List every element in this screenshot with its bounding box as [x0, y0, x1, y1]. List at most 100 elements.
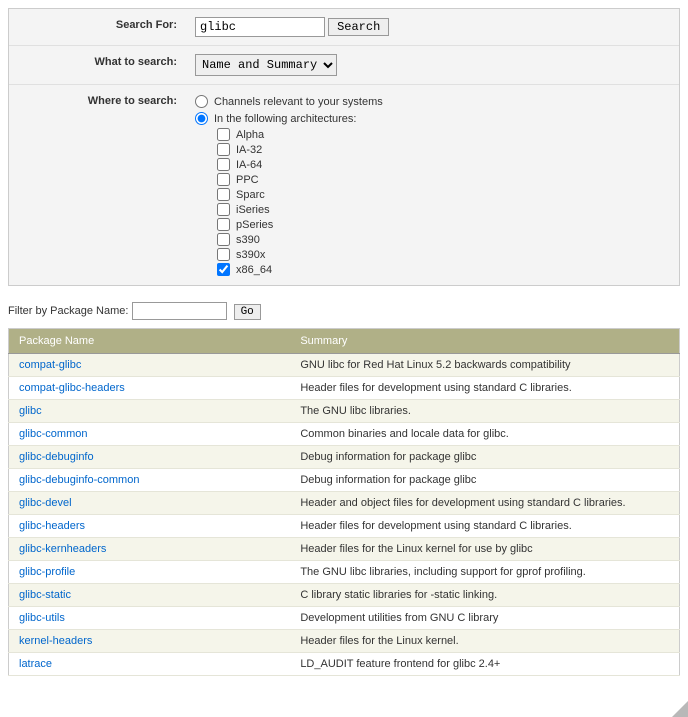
cell-package-name: glibc-headers [9, 515, 291, 538]
cell-summary: Header files for development using stand… [290, 515, 679, 538]
filter-label: Filter by Package Name: [8, 305, 128, 317]
cell-summary: Development utilities from GNU C library [290, 607, 679, 630]
cell-summary: Header and object files for development … [290, 492, 679, 515]
package-link[interactable]: glibc-kernheaders [19, 543, 106, 555]
search-input[interactable] [195, 17, 325, 37]
arch-item: s390x [217, 247, 671, 262]
cell-package-name: glibc-static [9, 584, 291, 607]
arch-checkbox-s390x[interactable] [217, 248, 230, 261]
table-row: glibc-headers Header files for developmen… [9, 515, 680, 538]
arch-label: Sparc [236, 189, 265, 201]
arch-checkbox-pseries[interactable] [217, 218, 230, 231]
arch-checkbox-alpha[interactable] [217, 128, 230, 141]
cell-package-name: kernel-headers [9, 630, 291, 653]
package-link[interactable]: glibc-profile [19, 566, 75, 578]
arch-label: IA-32 [236, 144, 262, 156]
arch-checkbox-sparc[interactable] [217, 188, 230, 201]
search-for-row: Search For: Search [9, 9, 679, 46]
arch-label: iSeries [236, 204, 270, 216]
filter-bar: Filter by Package Name: Go [8, 298, 680, 328]
arch-item: iSeries [217, 202, 671, 217]
where-to-search-label: Where to search: [9, 89, 187, 281]
package-link[interactable]: glibc-debuginfo-common [19, 474, 139, 486]
arch-item: IA-64 [217, 157, 671, 172]
search-button[interactable]: Search [328, 18, 389, 36]
arch-item: x86_64 [217, 262, 671, 277]
cell-summary: Header files for the Linux kernel for us… [290, 538, 679, 561]
table-row: compat-glibc-headersHeader files for dev… [9, 377, 680, 400]
package-link[interactable]: latrace [19, 658, 52, 670]
arch-label: x86_64 [236, 264, 272, 276]
table-row: glibc-common Common binaries and locale d… [9, 423, 680, 446]
arch-label: IA-64 [236, 159, 262, 171]
cell-summary: GNU libc for Red Hat Linux 5.2 backwards… [290, 354, 679, 377]
arch-checkbox-ia32[interactable] [217, 143, 230, 156]
search-for-label: Search For: [9, 13, 187, 41]
table-row: glibc-debuginfo-common Debug information … [9, 469, 680, 492]
package-link[interactable]: glibc-headers [19, 520, 85, 532]
cell-summary: Common binaries and locale data for glib… [290, 423, 679, 446]
radio-architectures[interactable] [195, 112, 208, 125]
package-link[interactable]: glibc [19, 405, 42, 417]
arch-item: PPC [217, 172, 671, 187]
arch-item: Alpha [217, 127, 671, 142]
package-link[interactable]: compat-glibc-headers [19, 382, 125, 394]
table-row: glibc-debuginfo Debug information for pac… [9, 446, 680, 469]
arch-item: pSeries [217, 217, 671, 232]
package-link[interactable]: glibc-static [19, 589, 71, 601]
arch-checkbox-ia64[interactable] [217, 158, 230, 171]
cell-package-name: latrace [9, 653, 291, 676]
package-link[interactable]: glibc-debuginfo [19, 451, 94, 463]
cell-package-name: glibc-debuginfo [9, 446, 291, 469]
what-to-search-select[interactable]: Name and Summary [195, 54, 337, 76]
table-row: kernel-headers Header files for the Linux… [9, 630, 680, 653]
header-package-name: Package Name [9, 329, 291, 354]
package-link[interactable]: compat-glibc [19, 359, 81, 371]
table-header-row: Package Name Summary [9, 329, 680, 354]
cell-summary: Header files for the Linux kernel. [290, 630, 679, 653]
radio-arch-line: In the following architectures: [195, 110, 671, 127]
radio-channels[interactable] [195, 95, 208, 108]
arch-label: pSeries [236, 219, 273, 231]
cell-summary: The GNU libc libraries. [290, 400, 679, 423]
cell-package-name: compat-glibc-headers [9, 377, 291, 400]
cell-package-name: glibc-devel [9, 492, 291, 515]
cell-summary: C library static libraries for -static l… [290, 584, 679, 607]
page-fold-icon [672, 701, 688, 717]
arch-checkbox-ppc[interactable] [217, 173, 230, 186]
cell-summary: Debug information for package glibc [290, 469, 679, 492]
arch-item: Sparc [217, 187, 671, 202]
table-row: compat-glibc GNU libc for Red Hat Linux 5… [9, 354, 680, 377]
table-row: latrace LD_AUDIT feature frontend for gli… [9, 653, 680, 676]
table-row: glibc-static C library static libraries f… [9, 584, 680, 607]
cell-package-name: glibc-debuginfo-common [9, 469, 291, 492]
radio-channels-label: Channels relevant to your systems [214, 96, 383, 108]
arch-checkbox-iseries[interactable] [217, 203, 230, 216]
results-table: Package Name Summary compat-glibc GNU lib… [8, 328, 680, 676]
where-to-search-row: Where to search: Channels relevant to yo… [9, 85, 679, 285]
table-row: glibc The GNU libc libraries. [9, 400, 680, 423]
search-form: Search For: Search What to search: Name … [8, 8, 680, 286]
header-summary: Summary [290, 329, 679, 354]
package-link[interactable]: glibc-utils [19, 612, 65, 624]
arch-checkbox-x8664[interactable] [217, 263, 230, 276]
filter-go-button[interactable]: Go [234, 304, 261, 320]
radio-architectures-label: In the following architectures: [214, 113, 356, 125]
table-row: glibc-profileThe GNU libc libraries, inc… [9, 561, 680, 584]
what-to-search-row: What to search: Name and Summary [9, 46, 679, 85]
radio-channels-line: Channels relevant to your systems [195, 93, 671, 110]
cell-package-name: glibc [9, 400, 291, 423]
package-link[interactable]: glibc-common [19, 428, 87, 440]
cell-summary: Debug information for package glibc [290, 446, 679, 469]
cell-package-name: glibc-common [9, 423, 291, 446]
package-link[interactable]: kernel-headers [19, 635, 92, 647]
cell-package-name: glibc-utils [9, 607, 291, 630]
cell-package-name: compat-glibc [9, 354, 291, 377]
filter-input[interactable] [132, 302, 227, 320]
package-link[interactable]: glibc-devel [19, 497, 72, 509]
results-body: compat-glibc GNU libc for Red Hat Linux 5… [9, 354, 680, 676]
arch-label: s390x [236, 249, 265, 261]
arch-checkbox-s390[interactable] [217, 233, 230, 246]
cell-summary: LD_AUDIT feature frontend for glibc 2.4+ [290, 653, 679, 676]
arch-item: IA-32 [217, 142, 671, 157]
